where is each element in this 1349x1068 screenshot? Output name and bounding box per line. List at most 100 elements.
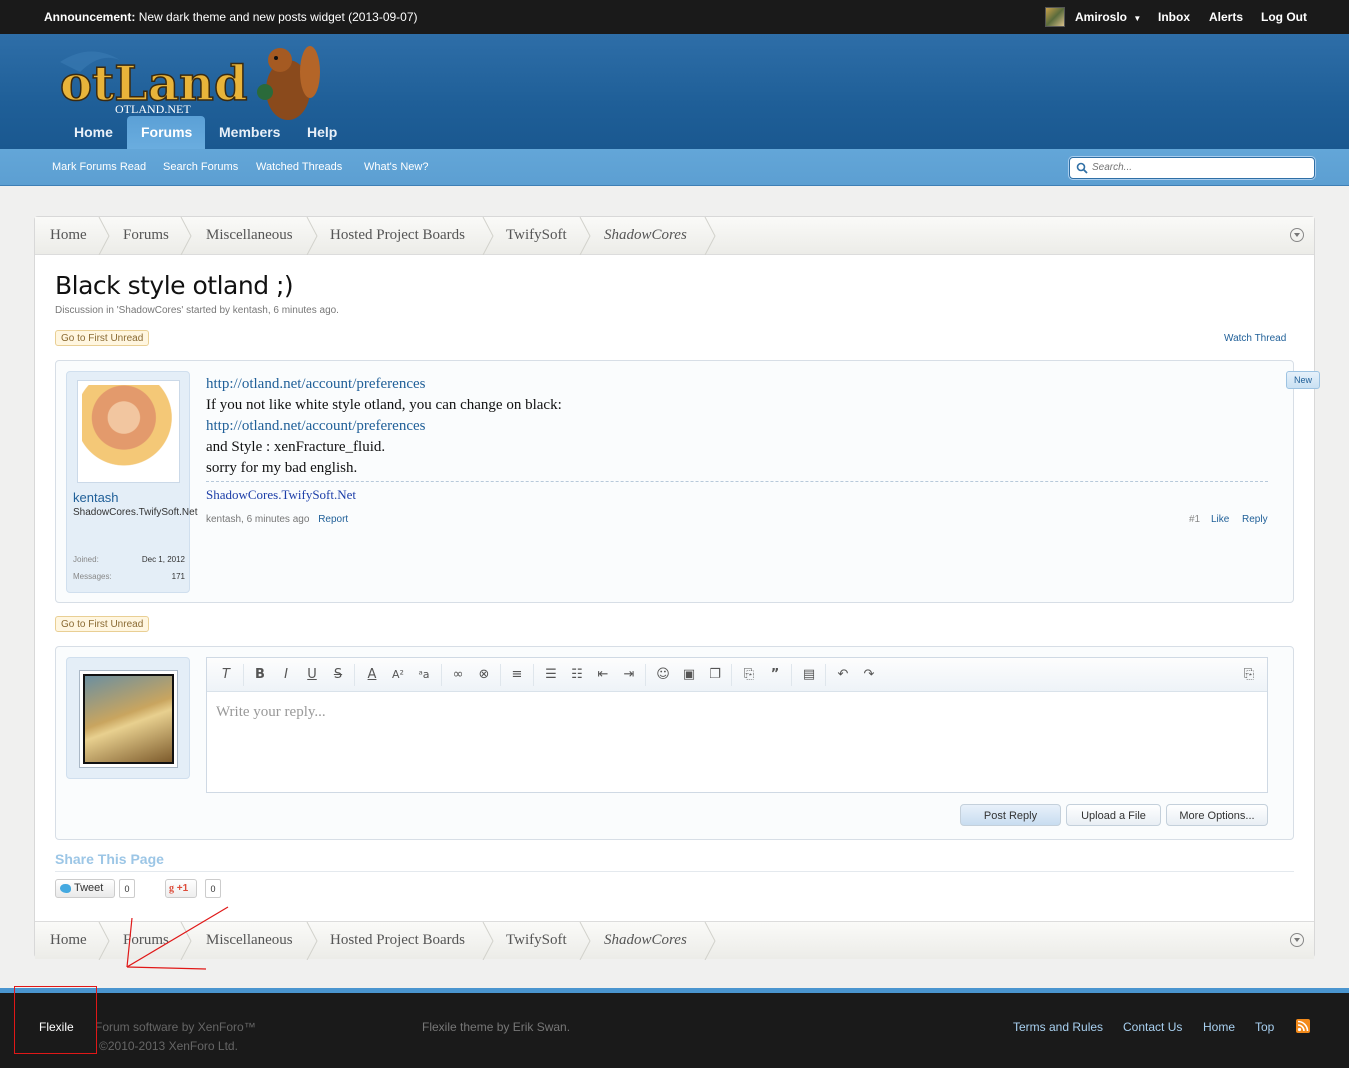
logout-link[interactable]: Log Out xyxy=(1261,10,1307,24)
xenforo-credit-link[interactable]: Forum software by XenForo™ xyxy=(95,1020,256,1034)
switch-editor-icon[interactable]: ⎘ xyxy=(1240,667,1258,683)
theme-credit: Flexile theme by Erik Swan. xyxy=(422,1020,571,1034)
reply-textarea[interactable]: Write your reply... xyxy=(216,704,326,721)
upload-file-button[interactable]: Upload a File xyxy=(1066,804,1161,826)
announcement[interactable]: Announcement: New dark theme and new pos… xyxy=(44,10,418,24)
crumb-hosted-project-boards[interactable]: Hosted Project Boards xyxy=(330,922,465,960)
indent-icon[interactable]: ⇥ xyxy=(620,667,638,683)
jump-menu-icon[interactable] xyxy=(1290,228,1304,242)
watched-threads-link[interactable]: Watched Threads xyxy=(256,161,342,173)
google-plus-button[interactable]: g +1 xyxy=(165,879,197,898)
tab-forums[interactable]: Forums xyxy=(127,116,205,149)
underline-icon[interactable]: U xyxy=(303,667,321,683)
italic-icon[interactable]: I xyxy=(277,667,295,683)
font-size-icon[interactable]: A² xyxy=(389,667,407,683)
username-link[interactable]: Amiroslo xyxy=(1075,10,1127,24)
crumb-separator xyxy=(98,217,110,255)
terms-link[interactable]: Terms and Rules xyxy=(1013,1020,1103,1034)
crumb-twifysoft[interactable]: TwifySoft xyxy=(506,922,567,960)
tab-help[interactable]: Help xyxy=(293,116,351,149)
copyright-text: ©2010-2013 XenForo Ltd. xyxy=(99,1039,238,1053)
crumb-shadowcores[interactable]: ShadowCores xyxy=(604,922,687,960)
joined-value: Dec 1, 2012 xyxy=(141,555,185,564)
alerts-link[interactable]: Alerts xyxy=(1209,10,1243,24)
unlink-icon[interactable]: ⊗ xyxy=(475,667,493,683)
tweet-button[interactable]: Tweet xyxy=(55,879,115,898)
user-avatar-mini[interactable] xyxy=(1045,7,1065,27)
align-icon[interactable]: ≡ xyxy=(508,667,526,683)
crumb-home[interactable]: Home xyxy=(50,922,87,960)
more-options-button[interactable]: More Options... xyxy=(1166,804,1268,826)
announcement-text[interactable]: New dark theme and new posts widget (201… xyxy=(139,10,418,24)
code-icon[interactable]: ⎘ xyxy=(740,667,758,683)
reply-editor[interactable]: T B I U S A A² ᵃa ∞ ⊗ ≡ ☰ ☷ ⇤ ⇥ ☺ ▣ ❐ ⎘ … xyxy=(206,657,1268,793)
like-link[interactable]: Like xyxy=(1211,514,1229,525)
crumb-shadowcores[interactable]: ShadowCores xyxy=(604,217,687,255)
jump-menu-icon[interactable] xyxy=(1290,933,1304,947)
twitter-bird-icon xyxy=(60,884,71,893)
crumb-hosted-project-boards[interactable]: Hosted Project Boards xyxy=(330,217,465,255)
smiley-icon[interactable]: ☺ xyxy=(654,667,672,683)
google-plus-icon: g xyxy=(169,883,174,894)
crumb-separator xyxy=(704,922,716,960)
mark-forums-read-link[interactable]: Mark Forums Read xyxy=(52,161,146,173)
avatar[interactable] xyxy=(79,670,178,768)
font-family-icon[interactable]: ᵃa xyxy=(415,667,433,683)
strikethrough-icon[interactable]: S xyxy=(329,667,347,683)
redo-icon[interactable]: ↷ xyxy=(860,667,878,683)
numbered-list-icon[interactable]: ☷ xyxy=(568,667,586,683)
post-number[interactable]: #1 xyxy=(1189,514,1200,525)
search-input[interactable] xyxy=(1092,162,1307,173)
quote-icon[interactable]: ” xyxy=(766,667,784,683)
go-to-first-unread-button[interactable]: Go to First Unread xyxy=(55,330,150,346)
message-body: http://otland.net/account/preferences If… xyxy=(206,374,1276,479)
save-draft-icon[interactable]: ▤ xyxy=(800,667,818,683)
bold-icon[interactable]: B xyxy=(251,667,269,683)
message-link[interactable]: http://otland.net/account/preferences xyxy=(206,416,1276,437)
search-forums-link[interactable]: Search Forums xyxy=(163,161,238,173)
tweet-count: 0 xyxy=(119,879,135,898)
bullet-list-icon[interactable]: ☰ xyxy=(542,667,560,683)
contact-us-link[interactable]: Contact Us xyxy=(1123,1020,1182,1034)
tab-home[interactable]: Home xyxy=(60,116,127,149)
crumb-forums[interactable]: Forums xyxy=(123,217,169,255)
post-meta: kentash, 6 minutes ago Report xyxy=(206,514,348,525)
crumb-separator xyxy=(579,217,591,255)
reply-link[interactable]: Reply xyxy=(1242,514,1268,525)
post-reply-button[interactable]: Post Reply xyxy=(960,804,1061,826)
home-link[interactable]: Home xyxy=(1203,1020,1235,1034)
crumb-miscellaneous[interactable]: Miscellaneous xyxy=(206,217,293,255)
signature[interactable]: ShadowCores.TwifySoft.Net xyxy=(206,481,1268,503)
report-link[interactable]: Report xyxy=(318,514,348,525)
go-to-first-unread-button[interactable]: Go to First Unread xyxy=(55,616,150,632)
crumb-home[interactable]: Home xyxy=(50,217,87,255)
watch-thread-link[interactable]: Watch Thread xyxy=(1224,333,1286,344)
account-menu[interactable]: Amiroslo ▼ xyxy=(1075,10,1141,24)
inbox-link[interactable]: Inbox xyxy=(1158,10,1190,24)
post-date[interactable]: kentash, 6 minutes ago xyxy=(206,514,309,525)
crumb-forums[interactable]: Forums xyxy=(123,922,169,960)
avatar[interactable] xyxy=(77,380,180,483)
breadcrumb-bottom: Home Forums Miscellaneous Hosted Project… xyxy=(35,921,1314,960)
search-box[interactable] xyxy=(1069,157,1315,179)
crumb-miscellaneous[interactable]: Miscellaneous xyxy=(206,922,293,960)
message-link[interactable]: http://otland.net/account/preferences xyxy=(206,374,1276,395)
new-badge: New xyxy=(1286,371,1320,389)
rss-icon[interactable] xyxy=(1296,1019,1310,1033)
chevron-down-icon: ▼ xyxy=(1133,14,1142,23)
whats-new-link[interactable]: What's New? xyxy=(364,161,428,173)
link-icon[interactable]: ∞ xyxy=(449,667,467,683)
media-icon[interactable]: ❐ xyxy=(706,667,724,683)
tweet-label: Tweet xyxy=(74,882,104,894)
top-link[interactable]: Top xyxy=(1255,1020,1274,1034)
image-icon[interactable]: ▣ xyxy=(680,667,698,683)
crumb-separator xyxy=(482,217,494,255)
crumb-twifysoft[interactable]: TwifySoft xyxy=(506,217,567,255)
post-author-name[interactable]: kentash xyxy=(73,490,119,505)
editor-toolbar: T B I U S A A² ᵃa ∞ ⊗ ≡ ☰ ☷ ⇤ ⇥ ☺ ▣ ❐ ⎘ … xyxy=(207,658,1267,692)
font-color-icon[interactable]: A xyxy=(363,667,381,683)
undo-icon[interactable]: ↶ xyxy=(834,667,852,683)
tab-members[interactable]: Members xyxy=(205,116,294,149)
remove-format-icon[interactable]: T xyxy=(217,667,235,683)
outdent-icon[interactable]: ⇤ xyxy=(594,667,612,683)
